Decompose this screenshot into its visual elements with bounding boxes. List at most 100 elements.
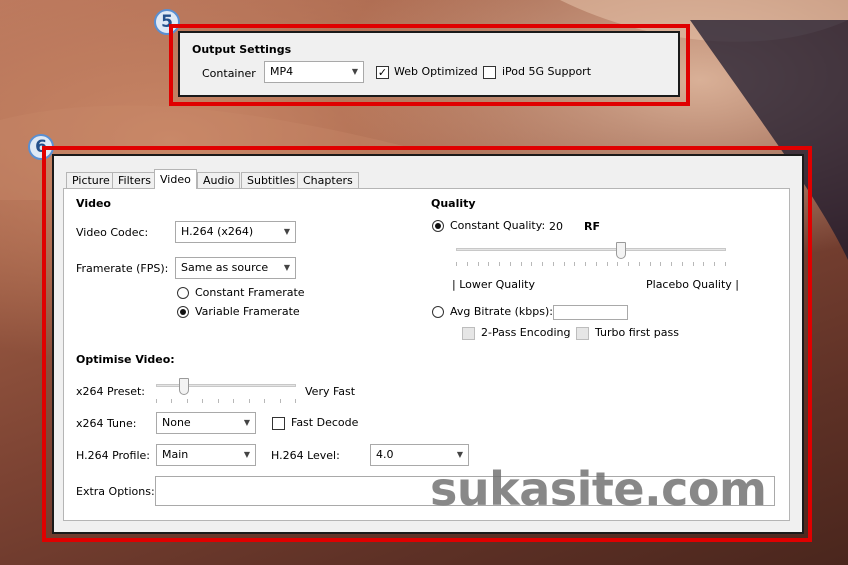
rf-value: 20 — [549, 220, 563, 233]
x264-preset-label: x264 Preset: — [76, 385, 146, 398]
h264-profile-label: H.264 Profile: — [76, 449, 150, 462]
constant-quality-radio[interactable] — [432, 220, 444, 232]
slider-tick — [617, 262, 618, 266]
watermark: sukasite.com — [430, 462, 767, 516]
slider-tick — [553, 262, 554, 266]
framerate-label: Framerate (FPS): — [76, 262, 169, 275]
extra-options-label: Extra Options: — [76, 485, 155, 498]
fast-decode-label: Fast Decode — [291, 416, 359, 429]
chevron-down-icon: ▼ — [243, 450, 250, 459]
slider-tick — [202, 399, 203, 403]
quality-slider-track[interactable] — [456, 248, 726, 251]
tab-audio[interactable]: Audio — [197, 172, 241, 189]
framerate-value: Same as source — [181, 261, 269, 274]
chevron-down-icon: ▼ — [283, 263, 290, 272]
slider-tick — [478, 262, 479, 266]
chevron-down-icon: ▼ — [351, 67, 358, 76]
slider-tick — [510, 262, 511, 266]
slider-tick — [574, 262, 575, 266]
chevron-down-icon: ▼ — [283, 227, 290, 236]
quality-slider-ticks — [456, 262, 726, 267]
slider-tick — [596, 262, 597, 266]
constant-quality-label: Constant Quality: — [450, 219, 546, 232]
framerate-dropdown[interactable]: Same as source ▼ — [175, 257, 296, 279]
two-pass-checkbox[interactable] — [462, 327, 475, 340]
slider-tick — [639, 262, 640, 266]
container-dropdown[interactable]: MP4 ▼ — [264, 61, 364, 83]
tab-subtitles[interactable]: Subtitles — [241, 172, 302, 189]
fast-decode-checkbox[interactable] — [272, 417, 285, 430]
optimise-section-title: Optimise Video: — [76, 353, 175, 366]
slider-tick — [607, 262, 608, 266]
avg-bitrate-radio[interactable] — [432, 306, 444, 318]
placebo-quality-label: Placebo Quality | — [646, 278, 739, 291]
preset-slider-track[interactable] — [156, 384, 296, 387]
slider-tick — [187, 399, 188, 403]
preset-slider-thumb[interactable] — [179, 378, 189, 395]
container-value: MP4 — [270, 65, 294, 78]
slider-tick — [171, 399, 172, 403]
slider-tick — [714, 262, 715, 266]
h264-profile-value: Main — [162, 448, 189, 461]
slider-tick — [295, 399, 296, 403]
variable-framerate-label: Variable Framerate — [195, 305, 300, 318]
constant-framerate-label: Constant Framerate — [195, 286, 305, 299]
h264-level-label: H.264 Level: — [271, 449, 340, 462]
tab-video[interactable]: Video — [154, 169, 197, 189]
tab-picture[interactable]: Picture — [66, 172, 116, 189]
slider-tick — [628, 262, 629, 266]
slider-tick — [682, 262, 683, 266]
container-label: Container — [202, 67, 256, 80]
slider-tick — [218, 399, 219, 403]
preset-value: Very Fast — [305, 385, 356, 398]
x264-tune-value: None — [162, 416, 191, 429]
slider-tick — [280, 399, 281, 403]
web-optimized-checkbox[interactable]: ✓ — [376, 66, 389, 79]
slider-tick — [249, 399, 250, 403]
quality-section-title: Quality — [431, 197, 476, 210]
slider-tick — [660, 262, 661, 266]
video-codec-label: Video Codec: — [76, 226, 149, 239]
slider-tick — [693, 262, 694, 266]
lower-quality-label: | Lower Quality — [452, 278, 535, 291]
slider-tick — [564, 262, 565, 266]
slider-tick — [585, 262, 586, 266]
tab-filters[interactable]: Filters — [112, 172, 157, 189]
h264-level-value: 4.0 — [376, 448, 394, 461]
video-codec-dropdown[interactable]: H.264 (x264) ▼ — [175, 221, 296, 243]
two-pass-label: 2-Pass Encoding — [481, 326, 571, 339]
output-settings-window: Output Settings Container MP4 ▼ ✓ Web Op… — [178, 31, 680, 97]
slider-tick — [488, 262, 489, 266]
tab-chapters[interactable]: Chapters — [297, 172, 359, 189]
turbo-first-pass-checkbox[interactable] — [576, 327, 589, 340]
output-settings-title: Output Settings — [192, 43, 292, 56]
avg-bitrate-label: Avg Bitrate (kbps): — [450, 305, 553, 318]
slider-tick — [156, 399, 157, 403]
slider-tick — [542, 262, 543, 266]
slider-tick — [456, 262, 457, 266]
constant-framerate-radio[interactable] — [177, 287, 189, 299]
slider-tick — [499, 262, 500, 266]
slider-tick — [467, 262, 468, 266]
avg-bitrate-input[interactable] — [553, 305, 628, 320]
quality-slider-thumb[interactable] — [615, 242, 626, 259]
ipod-support-checkbox[interactable] — [483, 66, 496, 79]
variable-framerate-radio[interactable] — [177, 306, 189, 318]
slider-tick — [703, 262, 704, 266]
ipod-support-label: iPod 5G Support — [502, 65, 592, 78]
checkmark-icon: ✓ — [377, 66, 388, 79]
x264-tune-dropdown[interactable]: None ▼ — [156, 412, 256, 434]
slider-tick — [233, 399, 234, 403]
slider-tick — [531, 262, 532, 266]
video-section-title: Video — [76, 197, 111, 210]
slider-tick — [671, 262, 672, 266]
web-optimized-label: Web Optimized — [394, 65, 478, 78]
h264-profile-dropdown[interactable]: Main ▼ — [156, 444, 256, 466]
x264-tune-label: x264 Tune: — [76, 417, 137, 430]
preset-slider-ticks — [156, 399, 296, 404]
slider-tick — [264, 399, 265, 403]
chevron-down-icon: ▼ — [243, 418, 250, 427]
slider-tick — [650, 262, 651, 266]
slider-tick — [521, 262, 522, 266]
slider-tick — [725, 262, 726, 266]
